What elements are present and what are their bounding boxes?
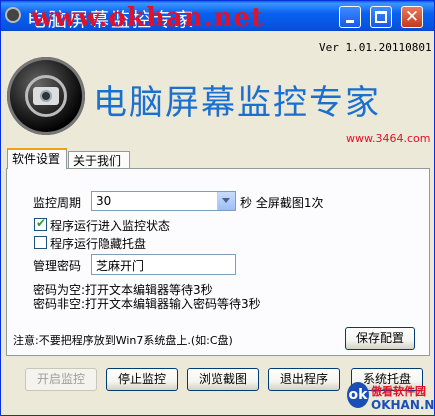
note-password-nonempty: 密码非空:打开文本编辑器输入密码等待3秒	[33, 297, 261, 311]
period-select[interactable]: 30	[91, 191, 236, 211]
browse-screenshots-button[interactable]: 浏览截图	[187, 368, 259, 391]
start-monitor-button[interactable]: 开启监控	[25, 368, 97, 391]
password-label: 管理密码	[33, 259, 82, 273]
exit-program-button[interactable]: 退出程序	[268, 368, 340, 391]
watermark-text: www.okhan.net	[31, 3, 265, 33]
period-label: 监控周期	[33, 196, 82, 210]
app-name-banner: 电脑屏幕监控专家	[93, 83, 381, 123]
tab-settings[interactable]: 软件设置	[7, 148, 67, 169]
logo-en-text: OKHAN.NET	[371, 398, 435, 412]
version-label: Ver 1.01.20110801	[319, 41, 432, 54]
check-icon: ✔	[36, 216, 47, 230]
save-config-button[interactable]: 保存配置	[345, 327, 415, 350]
chevron-down-icon	[222, 198, 230, 203]
site-url: www.3464.com	[346, 132, 431, 145]
enter-monitor-label[interactable]: 程序运行进入监控状态	[50, 217, 170, 234]
close-icon: ✕	[404, 7, 420, 27]
period-suffix: 秒 全屏截图1次	[240, 196, 324, 210]
app-icon	[5, 7, 21, 23]
settings-panel: 监控周期 30 秒 全屏截图1次 ✔ 程序运行进入监控状态 程序运行隐藏托盘 管…	[6, 168, 430, 356]
logo-lens	[40, 90, 52, 102]
close-button[interactable]: ✕	[401, 6, 423, 28]
hide-tray-checkbox[interactable]	[34, 236, 47, 249]
enter-monitor-checkbox[interactable]: ✔	[34, 216, 47, 231]
warning-text: 注意:不要把程序放到Win7系统盘上.(如:C盘)	[13, 334, 233, 347]
main-window: 电脑屏幕监控专家 www.okhan.net ✕ Ver 1.01.201108…	[0, 0, 435, 416]
title-bar[interactable]: 电脑屏幕监控专家 www.okhan.net ✕	[1, 1, 434, 33]
maximize-icon	[375, 11, 387, 23]
stop-monitor-button[interactable]: 停止监控	[106, 368, 178, 391]
ok-mark-icon: ok	[347, 382, 369, 408]
logo-cn-text: 傲看软件园	[371, 385, 426, 398]
maximize-button[interactable]	[370, 6, 392, 28]
password-field[interactable]: 芝麻开门	[91, 254, 236, 275]
period-value: 30	[96, 194, 112, 208]
minimize-icon	[346, 20, 354, 23]
hide-tray-label[interactable]: 程序运行隐藏托盘	[50, 235, 146, 252]
tab-about[interactable]: 关于我们	[68, 151, 130, 169]
okhan-corner-logo: ok 傲看软件园 OKHAN.NET	[347, 382, 435, 416]
period-dropdown-button[interactable]	[217, 192, 235, 210]
camera-logo-icon	[7, 57, 85, 135]
minimize-button[interactable]	[339, 6, 361, 28]
